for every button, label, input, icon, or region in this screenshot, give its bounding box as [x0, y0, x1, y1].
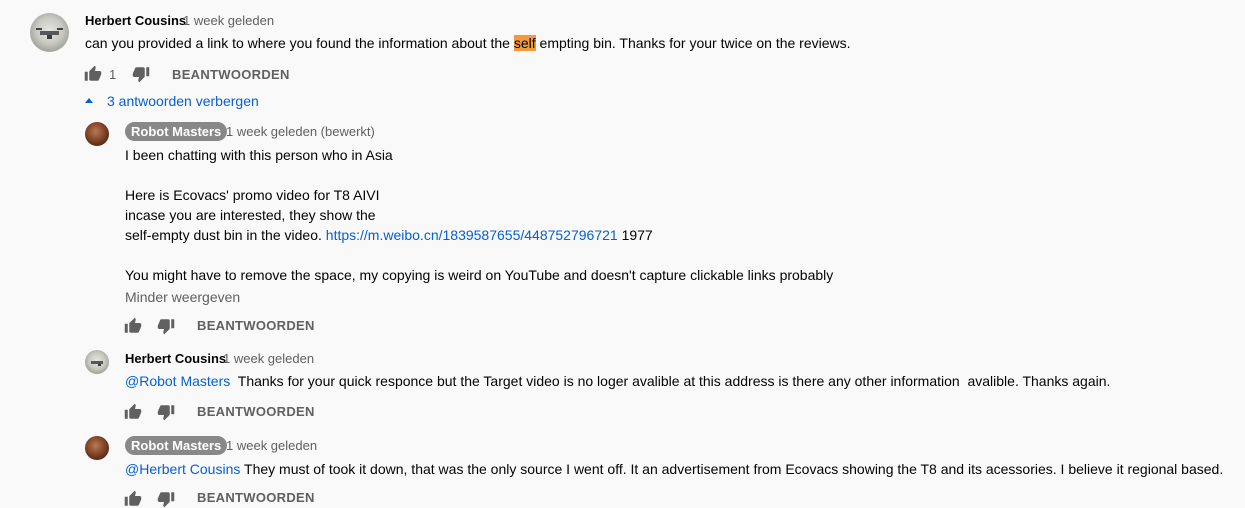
avatar[interactable] [85, 350, 109, 374]
reply-text-body: They must of took it down, that was the … [240, 461, 1224, 477]
reply-time[interactable]: 1 week geleden [226, 438, 317, 453]
thumbs-down-icon[interactable] [157, 317, 175, 335]
thumbs-down-icon[interactable] [132, 65, 150, 83]
mention-link[interactable]: @Robot Masters [125, 373, 230, 389]
avatar[interactable] [85, 436, 109, 460]
avatar[interactable] [85, 122, 109, 146]
reply-author-badge[interactable]: Robot Masters [125, 122, 228, 141]
chevron-up-icon[interactable] [85, 98, 93, 103]
reply-button[interactable]: BEANTWOORDEN [197, 404, 315, 419]
show-less-button[interactable]: Minder weergeven [125, 289, 240, 305]
reply-time[interactable]: 1 week geleden (bewerkt) [226, 124, 375, 139]
comment-text-before: can you provided a link to where you fou… [85, 35, 514, 51]
comment-text-after: empting bin. Thanks for your twice on th… [535, 35, 851, 51]
reply-text-line: self-empty dust bin in the video. https:… [125, 225, 653, 245]
search-highlight: self [513, 35, 536, 51]
reply-text-body: Thanks for your quick responce but the T… [230, 373, 1111, 389]
reply-button[interactable]: BEANTWOORDEN [197, 318, 315, 333]
weibo-link[interactable]: https://m.weibo.cn/1839587655/4487527967… [326, 227, 618, 243]
avatar[interactable] [30, 13, 69, 52]
thumbs-down-icon[interactable] [157, 403, 175, 421]
reply-text: @Robot Masters Thanks for your quick res… [125, 371, 1110, 391]
reply-text-line: I been chatting with this person who in … [125, 147, 393, 163]
hide-replies-button[interactable]: 3 antwoorden verbergen [107, 93, 259, 109]
comment-text: can you provided a link to where you fou… [85, 33, 851, 53]
thumbs-up-icon[interactable] [124, 317, 142, 335]
reply-text-before-link: self-empty dust bin in the video. [125, 227, 326, 243]
reply-text-after-link: 1977 [617, 227, 653, 243]
reply-button[interactable]: BEANTWOORDEN [172, 67, 290, 82]
thumbs-up-icon[interactable] [124, 403, 142, 421]
mention-link[interactable]: @Herbert Cousins [125, 461, 240, 477]
thumbs-down-icon[interactable] [157, 490, 175, 508]
reply-author[interactable]: Herbert Cousins [125, 351, 226, 366]
thumbs-up-icon[interactable] [84, 65, 102, 83]
reply-text-line: You might have to remove the space, my c… [125, 267, 834, 283]
reply-text: @Herbert Cousins They must of took it do… [125, 459, 1223, 479]
drone-icon [36, 28, 63, 39]
comment-time[interactable]: 1 week geleden [183, 13, 274, 28]
reply-text-line: incase you are interested, they show the [125, 207, 376, 223]
like-count: 1 [109, 67, 117, 82]
reply-time[interactable]: 1 week geleden [223, 351, 314, 366]
comment-author[interactable]: Herbert Cousins [85, 13, 186, 28]
drone-icon [91, 361, 103, 366]
reply-text-line: Here is Ecovacs' promo video for T8 AIVI [125, 187, 380, 203]
reply-author-badge[interactable]: Robot Masters [125, 436, 228, 455]
thumbs-up-icon[interactable] [124, 490, 142, 508]
